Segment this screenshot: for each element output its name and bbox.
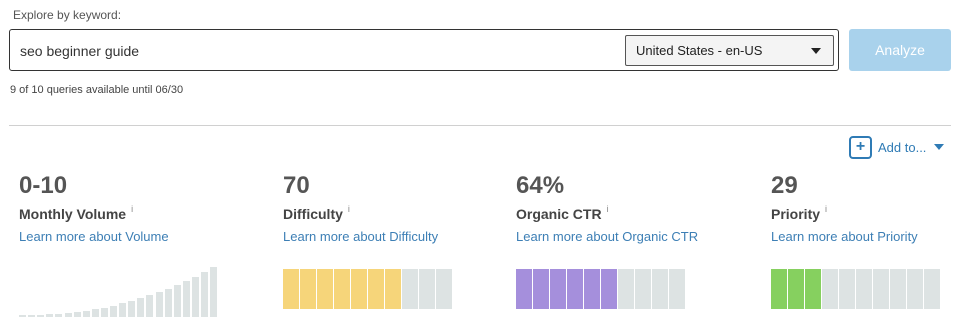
explore-label: Explore by keyword: <box>13 8 122 22</box>
volume-bar <box>128 301 136 317</box>
meter-segment <box>856 269 872 309</box>
meter-segment <box>300 269 316 309</box>
meter-segment <box>669 269 685 309</box>
meter-segment <box>419 269 435 309</box>
meter-segment <box>890 269 906 309</box>
learn-more-priority-link[interactable]: Learn more about Priority <box>771 229 918 244</box>
volume-bar <box>73 312 81 317</box>
learn-more-ctr-link[interactable]: Learn more about Organic CTR <box>516 229 698 244</box>
volume-bar <box>191 276 199 317</box>
meter-segment <box>368 269 384 309</box>
volume-bar <box>182 280 190 317</box>
learn-more-difficulty-link[interactable]: Learn more about Difficulty <box>283 229 438 244</box>
analyze-button[interactable]: Analyze <box>849 29 951 71</box>
meter-segment <box>771 269 787 309</box>
keyword-input[interactable] <box>20 41 580 61</box>
meter-segment <box>533 269 549 309</box>
metric-label: Difficulty i <box>283 204 438 225</box>
metric-label-text: Monthly Volume <box>19 206 127 222</box>
meter-segment <box>635 269 651 309</box>
locale-select-value: United States - en-US <box>636 43 763 58</box>
add-to-button[interactable]: + Add to... <box>849 135 945 159</box>
meter-segment <box>805 269 821 309</box>
learn-more-volume-link[interactable]: Learn more about Volume <box>19 229 169 244</box>
meter-segment <box>601 269 617 309</box>
volume-bar <box>173 284 181 317</box>
locale-select[interactable]: United States - en-US <box>625 35 834 66</box>
chevron-down-icon <box>934 144 945 150</box>
volume-bar <box>91 309 99 317</box>
volume-bar <box>55 313 63 317</box>
meter-segment <box>516 269 532 309</box>
info-icon[interactable]: i <box>607 204 609 214</box>
metric-label-text: Priority <box>771 206 821 222</box>
volume-bar <box>137 298 145 317</box>
meter-segment <box>334 269 350 309</box>
meter-segment <box>652 269 668 309</box>
metric-volume: 0-10 Monthly Volume i Learn more about Vo… <box>19 172 169 244</box>
metric-value: 0-10 <box>19 172 68 199</box>
meter-segment <box>283 269 299 309</box>
metric-difficulty: 70 Difficulty i Learn more about Difficul… <box>283 172 438 244</box>
metric-label: Monthly Volume i <box>19 204 169 225</box>
volume-bar <box>28 314 36 317</box>
metric-value: 70 <box>283 172 310 199</box>
volume-bar <box>119 303 127 317</box>
meter-segment <box>385 269 401 309</box>
query-quota: 9 of 10 queries available until 06/30 <box>10 84 184 96</box>
meter-segment <box>788 269 804 309</box>
organic-ctr-meter <box>516 269 686 309</box>
meter-segment <box>402 269 418 309</box>
info-icon[interactable]: i <box>825 204 827 214</box>
plus-icon: + <box>849 135 872 159</box>
metric-label: Organic CTR i <box>516 204 698 225</box>
metric-label-text: Organic CTR <box>516 206 602 222</box>
meter-segment <box>873 269 889 309</box>
volume-bar <box>164 288 172 317</box>
volume-chart <box>19 264 219 317</box>
metric-value: 29 <box>771 172 798 199</box>
add-to-label: Add to... <box>878 139 927 155</box>
meter-segment <box>618 269 634 309</box>
meter-segment <box>317 269 333 309</box>
metric-label: Priority i <box>771 204 918 225</box>
metric-label-text: Difficulty <box>283 206 343 222</box>
metric-organic-ctr: 64% Organic CTR i Learn more about Organi… <box>516 172 698 244</box>
meter-segment <box>567 269 583 309</box>
volume-bar <box>19 315 26 317</box>
volume-bar <box>46 314 54 317</box>
metric-value: 64% <box>516 172 565 199</box>
volume-bar <box>110 305 117 317</box>
meter-segment <box>822 269 838 309</box>
volume-bar <box>82 310 90 317</box>
info-icon[interactable]: i <box>348 204 350 214</box>
meter-segment <box>351 269 367 309</box>
meter-segment <box>550 269 566 309</box>
search-box: United States - en-US <box>9 29 839 71</box>
volume-bar <box>155 292 163 317</box>
chevron-down-icon <box>811 48 821 54</box>
metric-priority: 29 Priority i Learn more about Priority <box>771 172 918 244</box>
info-icon[interactable]: i <box>131 204 133 214</box>
meter-segment <box>584 269 600 309</box>
volume-bar <box>201 271 208 317</box>
priority-meter <box>771 269 941 309</box>
volume-bar <box>37 314 45 317</box>
difficulty-meter <box>283 269 453 309</box>
volume-bar <box>100 307 108 317</box>
volume-bar <box>64 313 72 317</box>
divider <box>9 125 951 126</box>
meter-segment <box>436 269 452 309</box>
volume-bar <box>210 267 218 317</box>
meter-segment <box>907 269 923 309</box>
meter-segment <box>924 269 940 309</box>
meter-segment <box>839 269 855 309</box>
volume-bar <box>146 295 154 317</box>
